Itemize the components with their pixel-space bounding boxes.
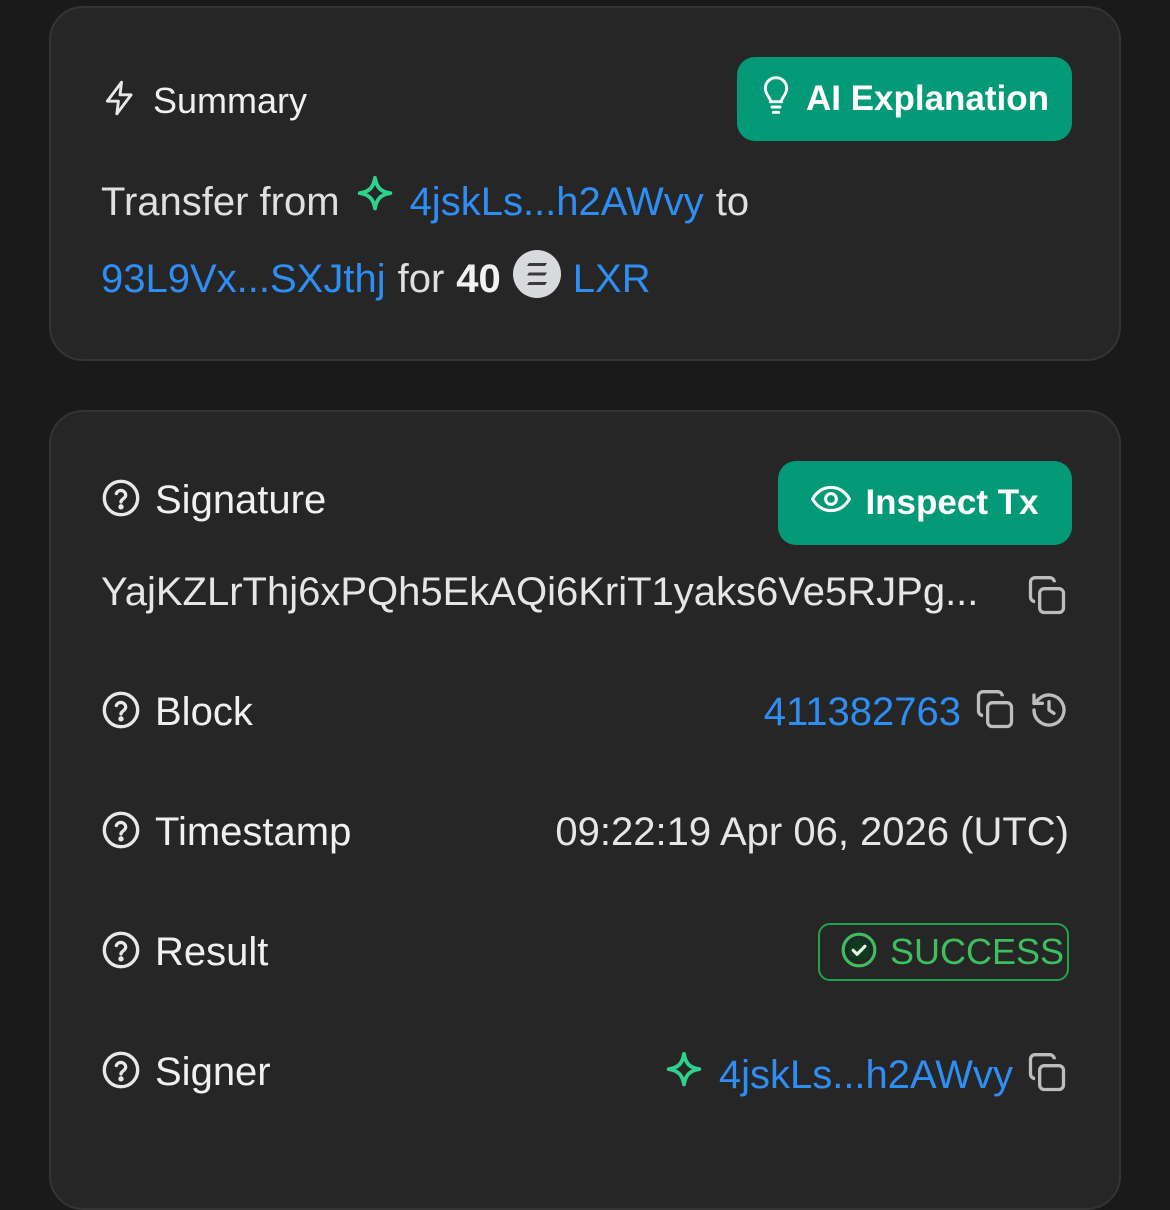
transfer-amount: 40: [456, 256, 501, 301]
help-circle-icon[interactable]: [101, 810, 141, 855]
result-value-group: SUCCESS: [818, 923, 1069, 981]
signature-label-group: Signature: [101, 478, 326, 523]
block-label: Block: [155, 690, 253, 734]
block-number-link[interactable]: 411382763: [764, 690, 961, 735]
status-badge: SUCCESS: [818, 923, 1069, 981]
summary-card: Summary AI Explanation Transfer from 4js…: [49, 6, 1121, 361]
help-circle-icon[interactable]: [101, 930, 141, 975]
summary-title: Summary: [153, 79, 308, 121]
to-word: to: [715, 179, 750, 224]
transfer-prefix: Transfer from: [101, 179, 340, 224]
help-circle-icon[interactable]: [101, 690, 141, 735]
copy-block-icon[interactable]: [973, 688, 1017, 737]
ai-explanation-button[interactable]: AI Explanation: [737, 57, 1072, 141]
signer-address-link[interactable]: 4jskLs...h2AWvy: [719, 1053, 1013, 1098]
signer-value-group: 4jskLs...h2AWvy: [661, 1050, 1069, 1101]
eye-icon: [811, 483, 852, 523]
result-label: Result: [155, 930, 269, 974]
result-label-group: Result: [101, 930, 268, 975]
sparkle-icon: [661, 1050, 707, 1101]
timestamp-label-group: Timestamp: [101, 810, 351, 855]
summary-header: Summary: [101, 78, 307, 123]
lightbulb-icon: [760, 75, 792, 124]
signature-value: YajKZLrThj6xPQh5EkAQi6KriT1yaks6Ve5RJPg.…: [101, 570, 979, 614]
inspect-tx-label: Inspect Tx: [865, 483, 1039, 522]
check-circle-icon: [840, 931, 878, 974]
lightning-icon: [101, 78, 139, 123]
token-logo-icon: [512, 250, 561, 308]
timestamp-label: Timestamp: [155, 810, 352, 854]
token-symbol-link[interactable]: LXR: [573, 257, 651, 302]
ai-explanation-label: AI Explanation: [805, 79, 1050, 118]
from-address-link[interactable]: 4jskLs...h2AWvy: [410, 180, 704, 225]
to-address-link[interactable]: 93L9Vx...SXJthj: [101, 257, 386, 302]
copy-signature-icon[interactable]: [1025, 574, 1069, 623]
for-word: for: [397, 256, 445, 301]
history-icon[interactable]: [1029, 690, 1069, 735]
status-badge-text: SUCCESS: [890, 931, 1065, 972]
summary-line-2: 93L9Vx...SXJthj for 40 LXR: [101, 250, 651, 308]
sparkle-icon: [352, 174, 398, 230]
signer-label: Signer: [155, 1050, 271, 1094]
signer-label-group: Signer: [101, 1050, 271, 1095]
timestamp-value: 09:22:19 Apr 06, 2026 (UTC): [555, 810, 1069, 854]
block-value-group: 411382763: [764, 688, 1069, 737]
block-label-group: Block: [101, 690, 253, 735]
summary-line-1: Transfer from 4jskLs...h2AWvy to: [101, 174, 749, 230]
transaction-details-card: Signature Inspect Tx YajKZLrThj6xPQh5EkA…: [49, 410, 1121, 1210]
help-circle-icon[interactable]: [101, 478, 141, 523]
signature-label: Signature: [155, 478, 327, 522]
help-circle-icon[interactable]: [101, 1050, 141, 1095]
copy-signer-icon[interactable]: [1025, 1051, 1069, 1100]
timestamp-value-group: 09:22:19 Apr 06, 2026 (UTC): [555, 810, 1069, 855]
inspect-tx-button[interactable]: Inspect Tx: [778, 461, 1072, 545]
